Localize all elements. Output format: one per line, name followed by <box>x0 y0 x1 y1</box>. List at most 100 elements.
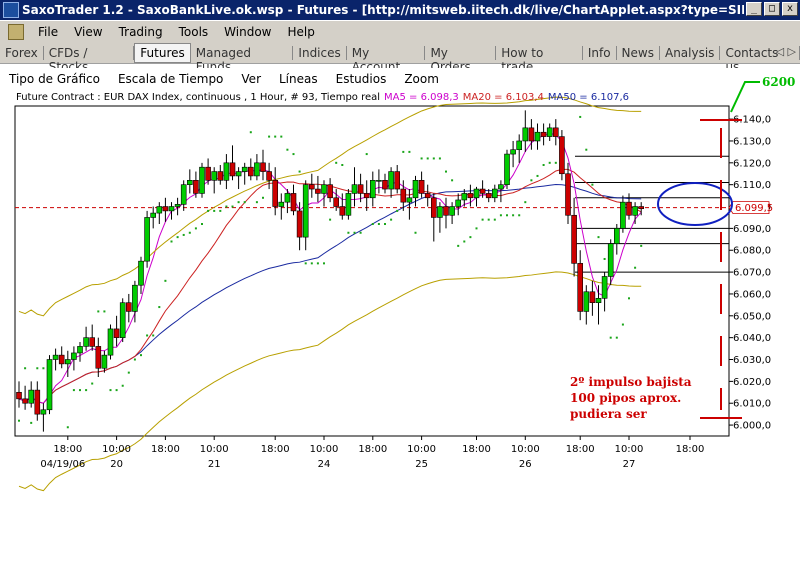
candle-body <box>132 284 138 312</box>
y-tick-label: 6.050,0 <box>733 311 771 322</box>
annotation-line-1: 2º impulso bajista <box>570 375 692 389</box>
sar-dot <box>554 161 557 164</box>
sar-dot <box>103 310 106 313</box>
sar-dot <box>463 240 466 243</box>
candle-body <box>284 193 291 203</box>
sar-dot <box>457 244 460 247</box>
sar-dot <box>548 161 551 164</box>
x-date-label: 27 <box>623 459 636 470</box>
sar-dot <box>402 150 405 153</box>
candle-body <box>437 206 443 218</box>
candle-body <box>510 149 516 155</box>
price-chart[interactable]: 6.140,06.130,06.120,06.110,06.100,06.090… <box>0 0 800 576</box>
candle-body <box>620 201 626 229</box>
candle-body <box>345 193 352 216</box>
candle <box>107 324 114 360</box>
candle-body <box>491 188 498 199</box>
sar-dot <box>182 233 185 236</box>
sar-dot <box>615 336 618 339</box>
contract-label: Future Contract : EUR DAX Index, continu… <box>16 92 629 103</box>
candle-body <box>522 127 529 142</box>
candle-body <box>369 180 376 199</box>
sar-dot <box>359 231 362 234</box>
candle-body <box>193 180 199 194</box>
sar-dot <box>304 262 307 265</box>
candle-body <box>187 180 193 185</box>
sar-dot <box>231 205 234 208</box>
candle-body <box>46 359 53 411</box>
sar-dot <box>194 227 197 230</box>
sar-dot <box>207 209 210 212</box>
x-tick-label: 18:00 <box>358 444 387 455</box>
candle-body <box>406 197 413 203</box>
x-tick-label: 10:00 <box>615 444 644 455</box>
sar-dot <box>493 218 496 221</box>
candle-body <box>394 171 401 190</box>
candle-body <box>455 199 462 207</box>
candle-body <box>156 206 163 214</box>
sar-dot <box>481 218 484 221</box>
sar-dot <box>506 214 508 217</box>
candle-body <box>58 354 65 365</box>
sar-dot <box>213 209 216 212</box>
candle-body <box>260 162 266 172</box>
candle-body <box>418 180 425 194</box>
sar-dot <box>396 209 399 212</box>
sar-dot <box>323 262 325 265</box>
sar-dot <box>542 164 545 167</box>
candle-body <box>516 140 523 151</box>
y-tick-label: 6.080,0 <box>733 246 771 257</box>
candle-body <box>89 337 95 347</box>
sar-dot <box>164 279 167 282</box>
candle-body <box>626 201 632 216</box>
candle-body <box>315 188 321 194</box>
candle-body <box>589 291 596 303</box>
sar-dot <box>609 336 612 339</box>
candle-body <box>412 180 419 199</box>
candle-body <box>357 184 364 194</box>
candle-body <box>119 302 126 338</box>
x-tick-label: 18:00 <box>151 444 180 455</box>
candle-body <box>461 193 468 201</box>
sar-dot <box>371 223 374 226</box>
sar-dot <box>451 179 454 182</box>
candle-body <box>504 153 510 185</box>
sar-dot <box>316 262 319 265</box>
x-tick-label: 10:00 <box>511 444 540 455</box>
candle-body <box>71 352 77 360</box>
sar-dot <box>97 310 100 313</box>
x-tick-label: 18:00 <box>261 444 290 455</box>
candle-body <box>107 328 114 356</box>
candle-body <box>168 206 175 212</box>
candle-body <box>28 389 35 404</box>
candle-body <box>321 184 327 194</box>
sar-dot <box>591 183 594 186</box>
x-tick-label: 18:00 <box>53 444 82 455</box>
sar-dot <box>133 358 136 361</box>
candle-body <box>473 188 480 199</box>
sar-dot <box>268 135 271 138</box>
candle-body <box>95 346 102 369</box>
sar-dot <box>170 240 173 243</box>
ma50-label: MA50 = 6.107,6 <box>548 92 629 103</box>
candle-body <box>498 184 504 190</box>
sar-dot <box>499 214 502 217</box>
sar-dot <box>127 371 130 374</box>
sar-dot <box>255 201 258 204</box>
candle-body <box>449 206 455 216</box>
sar-dot <box>628 297 630 300</box>
sar-dot <box>414 231 417 234</box>
sar-dot <box>286 148 289 151</box>
sar-dot <box>536 174 539 177</box>
candle-body <box>174 204 181 207</box>
sar-dot <box>79 389 81 392</box>
sar-dot <box>445 170 447 173</box>
annotation-line-3: pudiera ser <box>570 407 647 421</box>
candle-body <box>388 171 394 190</box>
candle-body <box>485 193 492 199</box>
sar-dot <box>274 135 277 138</box>
y-tick-label: 6.090,0 <box>733 224 771 235</box>
sar-dot <box>579 115 582 118</box>
sar-dot <box>438 157 441 160</box>
annotation-line-2: 100 pipos aprox. <box>570 391 681 405</box>
